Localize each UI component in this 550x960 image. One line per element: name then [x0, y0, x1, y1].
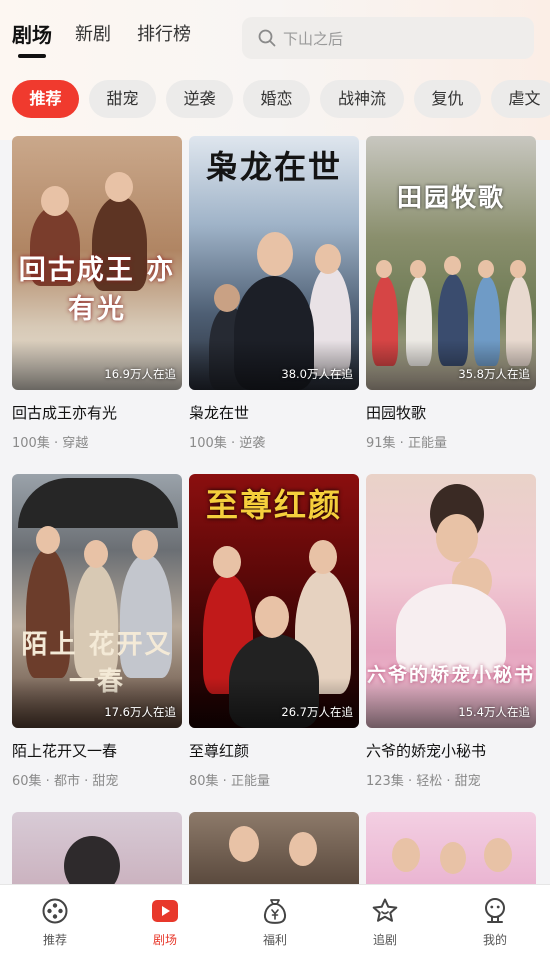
poster-face	[36, 526, 60, 554]
poster-face	[440, 842, 466, 874]
search-bar[interactable]: 下山之后	[242, 17, 534, 59]
follower-count: 16.9万人在追	[104, 367, 176, 381]
poster-face	[41, 186, 69, 216]
poster-shade	[366, 678, 536, 728]
follower-count: 15.4万人在追	[458, 705, 530, 719]
poster-face	[255, 596, 289, 638]
poster-face	[214, 284, 240, 312]
poster-title: 至尊红颜	[205, 486, 342, 524]
drama-meta: 91集 · 正能量	[366, 436, 447, 451]
poster-face	[478, 260, 494, 278]
poster-shade	[12, 340, 182, 390]
nav-label: 我的	[482, 933, 507, 947]
poster-face	[510, 260, 526, 278]
drama-title: 至尊红颜	[189, 742, 250, 760]
drama-poster[interactable]	[12, 812, 182, 884]
nav-label: 推荐	[42, 933, 67, 947]
drama-title: 田园牧歌	[366, 404, 427, 422]
category-chips: 推荐 甜宠 逆袭 婚恋 战神流 复仇 虐文	[0, 80, 550, 120]
drama-meta: 123集 · 轻松 · 甜宠	[366, 774, 481, 789]
nav-following[interactable]: 追剧	[330, 885, 440, 960]
poster-shade	[189, 678, 359, 728]
poster-face	[315, 244, 341, 274]
poster-face	[410, 260, 426, 278]
drama-poster[interactable]: 六爷的娇宠小秘书 15.4万人在追	[366, 474, 536, 728]
poster-face	[484, 838, 512, 872]
poster-title: 回古成王 亦有光	[18, 255, 176, 325]
poster-face	[132, 530, 158, 560]
drama-poster[interactable]: 至尊红颜 26.7万人在追	[189, 474, 359, 728]
nav-label: 追剧	[372, 933, 397, 947]
drama-poster[interactable]: 回古成王 亦有光 16.9万人在追	[12, 136, 182, 390]
header: 剧场 新剧 排行榜 下山之后	[0, 0, 550, 70]
drama-poster[interactable]: 田园牧歌 35.8万人在追	[366, 136, 536, 390]
chip-recommend[interactable]: 推荐	[12, 80, 79, 118]
money-bag-icon	[264, 899, 286, 924]
drama-title: 回古成王亦有光	[12, 404, 118, 422]
tab-theater[interactable]: 剧场	[12, 19, 52, 48]
tab-new-dramas[interactable]: 新剧	[75, 20, 111, 46]
poster-hair	[64, 836, 120, 884]
nav-recommend[interactable]: 推荐	[0, 885, 110, 960]
chip-sweet[interactable]: 甜宠	[89, 80, 156, 118]
poster-face	[392, 838, 420, 872]
drama-poster[interactable]: 枭龙在世 38.0万人在追	[189, 136, 359, 390]
poster-face	[213, 546, 241, 578]
drama-meta: 100集 · 逆袭	[189, 436, 266, 451]
poster-face	[444, 256, 461, 275]
nav-label: 剧场	[152, 933, 177, 947]
poster-shade	[189, 340, 359, 390]
profile-icon	[485, 898, 505, 923]
drama-title: 枭龙在世	[189, 404, 250, 422]
chip-war-god[interactable]: 战神流	[320, 80, 404, 118]
chip-romance[interactable]: 婚恋	[243, 80, 310, 118]
search-icon	[258, 29, 276, 47]
chip-comeback[interactable]: 逆袭	[166, 80, 233, 118]
drama-meta: 80集 · 正能量	[189, 774, 270, 789]
tab-ranking[interactable]: 排行榜	[137, 20, 191, 46]
poster-face	[309, 540, 337, 574]
poster-shade	[366, 340, 536, 390]
poster-face	[376, 260, 392, 278]
active-tab-indicator	[18, 54, 46, 58]
poster-face	[105, 172, 133, 202]
drama-poster[interactable]	[366, 812, 536, 884]
drama-meta: 60集 · 都市 · 甜宠	[12, 774, 119, 789]
poster-face	[257, 232, 293, 276]
drama-poster[interactable]	[189, 812, 359, 884]
poster-face	[84, 540, 108, 568]
star-icon	[372, 898, 398, 922]
bottom-navigation: 推荐 剧场 福利 追剧 我的	[0, 884, 550, 960]
search-placeholder: 下山之后	[283, 30, 344, 48]
poster-title: 枭龙在世	[205, 148, 342, 186]
chip-revenge[interactable]: 复仇	[414, 80, 481, 118]
nav-label: 福利	[262, 933, 287, 947]
poster-shade	[12, 678, 182, 728]
nav-profile[interactable]: 我的	[440, 885, 550, 960]
poster-title: 田园牧歌	[396, 183, 505, 212]
umbrella	[18, 478, 178, 528]
poster-face	[229, 826, 259, 862]
drama-title: 陌上花开又一春	[12, 742, 118, 760]
chip-angst[interactable]: 虐文	[491, 80, 550, 118]
drama-title: 六爷的娇宠小秘书	[366, 742, 487, 760]
nav-theater[interactable]: 剧场	[110, 885, 220, 960]
poster-face	[436, 514, 478, 562]
follower-count: 17.6万人在追	[104, 705, 176, 719]
follower-count: 38.0万人在追	[281, 367, 353, 381]
drama-meta: 100集 · 穿越	[12, 436, 89, 451]
nav-benefits[interactable]: 福利	[220, 885, 330, 960]
follower-count: 35.8万人在追	[458, 367, 530, 381]
poster-face	[289, 832, 317, 866]
follower-count: 26.7万人在追	[281, 705, 353, 719]
play-icon	[152, 900, 178, 922]
film-reel-icon	[42, 898, 68, 924]
drama-poster[interactable]: 陌上 花开又一春 17.6万人在追	[12, 474, 182, 728]
